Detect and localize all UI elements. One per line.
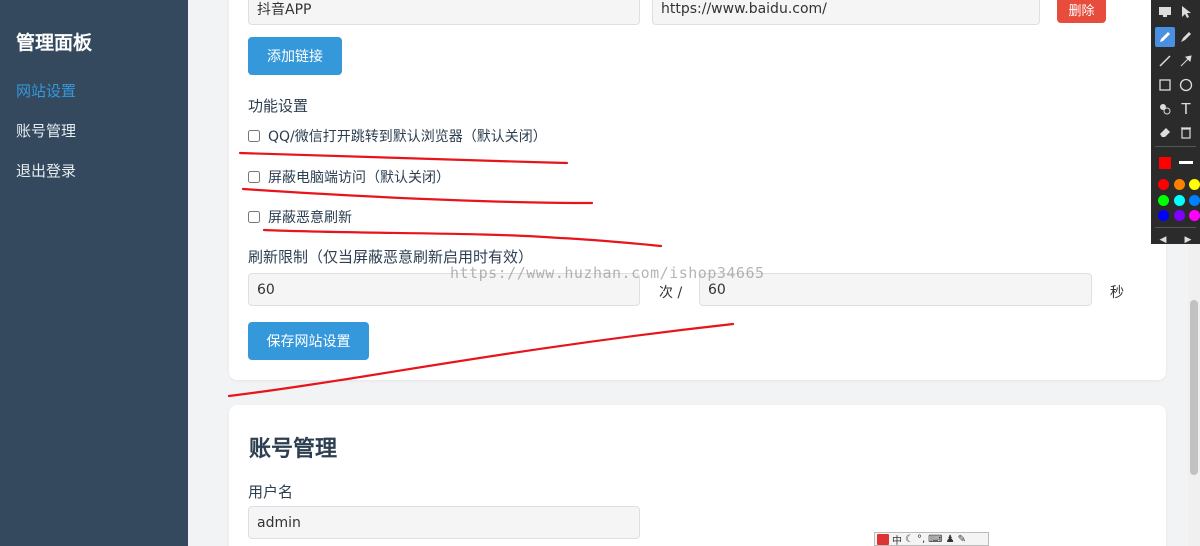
username-input[interactable] bbox=[248, 506, 640, 539]
option-qq-wechat-redirect[interactable]: QQ/微信打开跳转到默认浏览器（默认关闭） bbox=[248, 126, 547, 146]
line-icon[interactable] bbox=[1155, 51, 1175, 71]
sidebar: 管理面板 网站设置 账号管理 退出登录 bbox=[0, 0, 188, 546]
site-settings-card bbox=[229, 0, 1166, 380]
link-url-input[interactable] bbox=[652, 0, 1040, 25]
circle-icon[interactable] bbox=[1176, 75, 1196, 95]
swatch-red[interactable] bbox=[1158, 179, 1169, 190]
ime-punct-icon[interactable]: °, bbox=[917, 534, 925, 545]
scroll-left-icon[interactable]: ◀ bbox=[1153, 230, 1173, 250]
add-link-button[interactable]: 添加链接 bbox=[248, 37, 342, 75]
swatch-yellow[interactable] bbox=[1189, 179, 1200, 190]
rectangle-icon[interactable] bbox=[1155, 75, 1175, 95]
block-refresh-label: 屏蔽恶意刷新 bbox=[268, 210, 352, 226]
account-title: 账号管理 bbox=[249, 437, 338, 462]
annotation-toolbar: T ◀ ▶ bbox=[1151, 0, 1200, 245]
sidebar-item-account[interactable]: 账号管理 bbox=[16, 120, 76, 141]
watermark-text: https://www.huzhan.com/ishop34665 bbox=[450, 264, 765, 282]
option-block-refresh[interactable]: 屏蔽恶意刷新 bbox=[248, 207, 352, 227]
screen-icon[interactable] bbox=[1155, 2, 1175, 22]
swatch-green[interactable] bbox=[1158, 195, 1169, 206]
ime-wrench-icon[interactable]: ✎ bbox=[958, 534, 966, 545]
pencil-icon[interactable] bbox=[1155, 27, 1175, 47]
option-block-desktop[interactable]: 屏蔽电脑端访问（默认关闭） bbox=[248, 167, 450, 187]
toolbar-divider-bottom bbox=[1155, 227, 1196, 228]
pointer-icon[interactable] bbox=[1176, 2, 1196, 22]
ime-mode-label[interactable]: 中 bbox=[892, 532, 902, 546]
swatch-blue[interactable] bbox=[1158, 210, 1169, 221]
username-label: 用户名 bbox=[248, 483, 294, 501]
marker-icon[interactable] bbox=[1176, 27, 1196, 47]
features-heading: 功能设置 bbox=[248, 97, 309, 115]
arrow-icon[interactable] bbox=[1176, 51, 1196, 71]
save-site-settings-button[interactable]: 保存网站设置 bbox=[248, 322, 369, 360]
scrollbar-thumb[interactable] bbox=[1190, 300, 1198, 475]
block-desktop-label: 屏蔽电脑端访问（默认关闭） bbox=[268, 170, 450, 186]
refresh-count-unit: 次 / bbox=[659, 285, 683, 301]
link-name-input[interactable] bbox=[248, 0, 640, 25]
ime-logo-icon[interactable] bbox=[877, 533, 889, 545]
text-icon[interactable]: T bbox=[1176, 99, 1196, 119]
block-refresh-checkbox[interactable] bbox=[248, 211, 260, 223]
block-desktop-checkbox[interactable] bbox=[248, 171, 260, 183]
swatch-blue-light[interactable] bbox=[1189, 195, 1200, 206]
trash-icon[interactable] bbox=[1176, 122, 1196, 142]
ime-user-icon[interactable]: ♟ bbox=[946, 534, 955, 545]
sidebar-title: 管理面板 bbox=[16, 32, 93, 54]
toolbar-divider bbox=[1155, 146, 1196, 147]
stroke-width-indicator[interactable] bbox=[1179, 161, 1193, 164]
swatch-magenta[interactable] bbox=[1189, 210, 1200, 221]
current-color-swatch[interactable] bbox=[1159, 157, 1171, 169]
swatch-cyan[interactable] bbox=[1174, 195, 1185, 206]
fill-icon[interactable] bbox=[1155, 99, 1175, 119]
eraser-icon[interactable] bbox=[1155, 122, 1175, 142]
sidebar-item-site-settings[interactable]: 网站设置 bbox=[16, 80, 76, 101]
qq-wechat-redirect-checkbox[interactable] bbox=[248, 130, 260, 142]
ime-moon-icon[interactable]: ☾ bbox=[905, 534, 914, 545]
ime-keyboard-icon[interactable]: ⌨ bbox=[928, 534, 942, 545]
ime-status-bar: 中 ☾ °, ⌨ ♟ ✎ bbox=[874, 532, 989, 546]
swatch-purple[interactable] bbox=[1174, 210, 1185, 221]
refresh-seconds-unit: 秒 bbox=[1110, 285, 1124, 301]
swatch-orange[interactable] bbox=[1174, 179, 1185, 190]
sidebar-item-logout[interactable]: 退出登录 bbox=[16, 160, 76, 181]
scroll-right-icon[interactable]: ▶ bbox=[1178, 230, 1198, 250]
delete-link-button[interactable]: 删除 bbox=[1057, 0, 1106, 23]
qq-wechat-redirect-label: QQ/微信打开跳转到默认浏览器（默认关闭） bbox=[268, 129, 547, 145]
